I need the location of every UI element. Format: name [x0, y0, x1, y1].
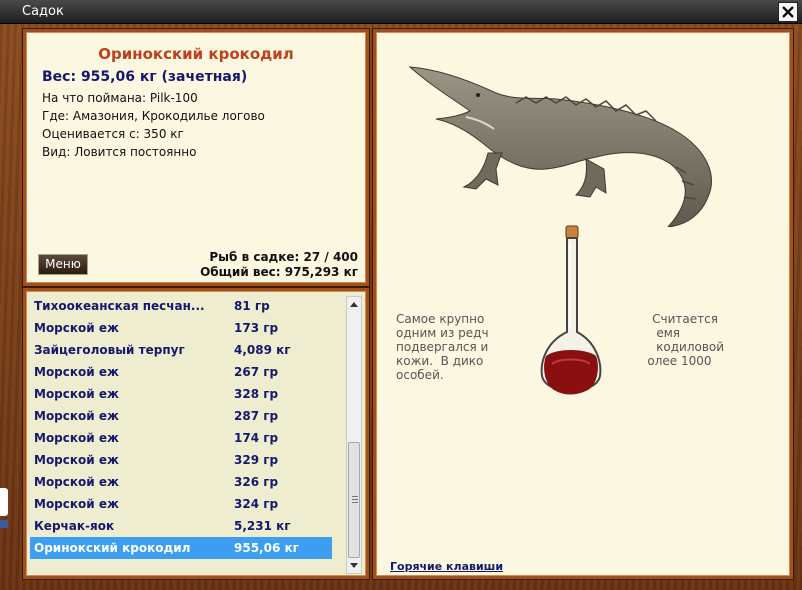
list-item[interactable]: Морской еж 326 гр — [30, 471, 332, 493]
fish-item-name: Морской еж — [34, 453, 119, 467]
fish-attribute: Где: Амазония, Крокодилье логово — [42, 109, 265, 123]
arrow-down-icon — [350, 563, 358, 568]
grip-line — [352, 499, 358, 500]
fish-list-panel: Тихоокеанская песчан... 81 гр Морской еж 17… — [23, 288, 369, 579]
list-item[interactable]: Зайцеголовый терпуг 4,089 кг — [30, 339, 332, 361]
attribute-value: Амазония, Крокодилье логово — [72, 109, 265, 123]
scroll-up-button[interactable] — [347, 297, 361, 311]
fish-item-weight: 5,231 кг — [234, 519, 291, 533]
fish-attribute: Оценивается с: 350 кг — [42, 127, 184, 141]
list-item[interactable]: Морской еж 267 гр — [30, 361, 332, 383]
list-item[interactable]: Морской еж 174 гр — [30, 427, 332, 449]
hotkeys-link[interactable]: Горячие клавиши — [390, 560, 503, 573]
fish-item-name: Морской еж — [34, 475, 119, 489]
scroll-down-button[interactable] — [347, 559, 361, 573]
flask-icon — [540, 225, 602, 395]
fish-item-weight: 4,089 кг — [234, 343, 291, 357]
scrollbar[interactable] — [346, 296, 362, 574]
fish-count: Рыб в садке: 27 / 400 — [209, 250, 358, 264]
crocodile-image — [408, 66, 712, 227]
list-item[interactable]: Морской еж 329 гр — [30, 449, 332, 471]
fish-attribute: На что поймана: Pilk-100 — [42, 91, 198, 105]
close-button[interactable] — [778, 2, 798, 22]
list-item[interactable]: Морской еж 287 гр — [30, 405, 332, 427]
fish-weight: Вес: 955,06 кг (зачетная) — [42, 69, 248, 85]
fish-item-weight: 174 гр — [234, 431, 279, 445]
close-icon — [782, 6, 794, 18]
scroll-thumb[interactable] — [348, 442, 360, 558]
fish-item-name: Морской еж — [34, 387, 119, 401]
attribute-value: Pilk-100 — [149, 91, 198, 105]
fish-item-name: Оринокский крокодил — [34, 541, 191, 555]
fish-item-weight: 328 гр — [234, 387, 279, 401]
fish-item-name: Керчак-яок — [34, 519, 115, 533]
list-item-selected[interactable]: Оринокский крокодил 955,06 кг — [30, 537, 332, 559]
fish-item-name: Морской еж — [34, 497, 119, 511]
list-item[interactable]: Керчак-яок 5,231 кг — [30, 515, 332, 537]
attribute-label: Оценивается с: — [42, 127, 140, 141]
list-item[interactable]: Морской еж 328 гр — [30, 383, 332, 405]
attribute-value: Ловится постоянно — [74, 145, 197, 159]
arrow-up-icon — [350, 302, 358, 307]
grip-line — [352, 502, 358, 503]
fish-detail-panel: Самое крупно Считается одним из редч емя п… — [373, 29, 793, 579]
fish-item-weight: 267 гр — [234, 365, 279, 379]
fish-item-name: Морской еж — [34, 431, 119, 445]
menu-button[interactable]: Меню — [38, 254, 88, 275]
fish-item-name: Морской еж — [34, 409, 119, 423]
fish-item-name: Морской еж — [34, 365, 119, 379]
fish-name: Оринокский крокодил — [98, 45, 294, 63]
attribute-value: 350 кг — [143, 127, 184, 141]
fish-info-panel: Оринокский крокодил Вес: 955,06 кг (заче… — [23, 29, 369, 286]
side-fragment-2 — [0, 520, 8, 528]
fish-item-weight: 955,06 кг — [234, 541, 299, 555]
fish-item-weight: 329 гр — [234, 453, 279, 467]
fish-item-name: Тихоокеанская песчан... — [34, 299, 205, 313]
list-item[interactable]: Тихоокеанская песчан... 81 гр — [30, 295, 332, 317]
fish-item-name: Зайцеголовый терпуг — [34, 343, 185, 357]
fish-attribute: Вид: Ловится постоянно — [42, 145, 196, 159]
fish-item-weight: 324 гр — [234, 497, 279, 511]
attribute-label: Где: — [42, 109, 70, 123]
fish-item-name: Морской еж — [34, 321, 119, 335]
fish-item-weight: 173 гр — [234, 321, 279, 335]
fish-item-weight: 81 гр — [234, 299, 270, 313]
side-fragment — [0, 488, 8, 516]
attribute-label: Вид: — [42, 145, 71, 159]
window-title: Садок — [22, 4, 64, 19]
grip-line — [352, 496, 358, 497]
fish-list: Тихоокеанская песчан... 81 гр Морской еж 17… — [30, 295, 332, 559]
fish-item-weight: 326 гр — [234, 475, 279, 489]
total-weight: Общий вес: 975,293 кг — [200, 265, 358, 279]
fish-item-weight: 287 гр — [234, 409, 279, 423]
title-bar: Садок — [0, 0, 802, 24]
list-item[interactable]: Морской еж 173 гр — [30, 317, 332, 339]
list-item[interactable]: Морской еж 324 гр — [30, 493, 332, 515]
attribute-label: На что поймана: — [42, 91, 147, 105]
